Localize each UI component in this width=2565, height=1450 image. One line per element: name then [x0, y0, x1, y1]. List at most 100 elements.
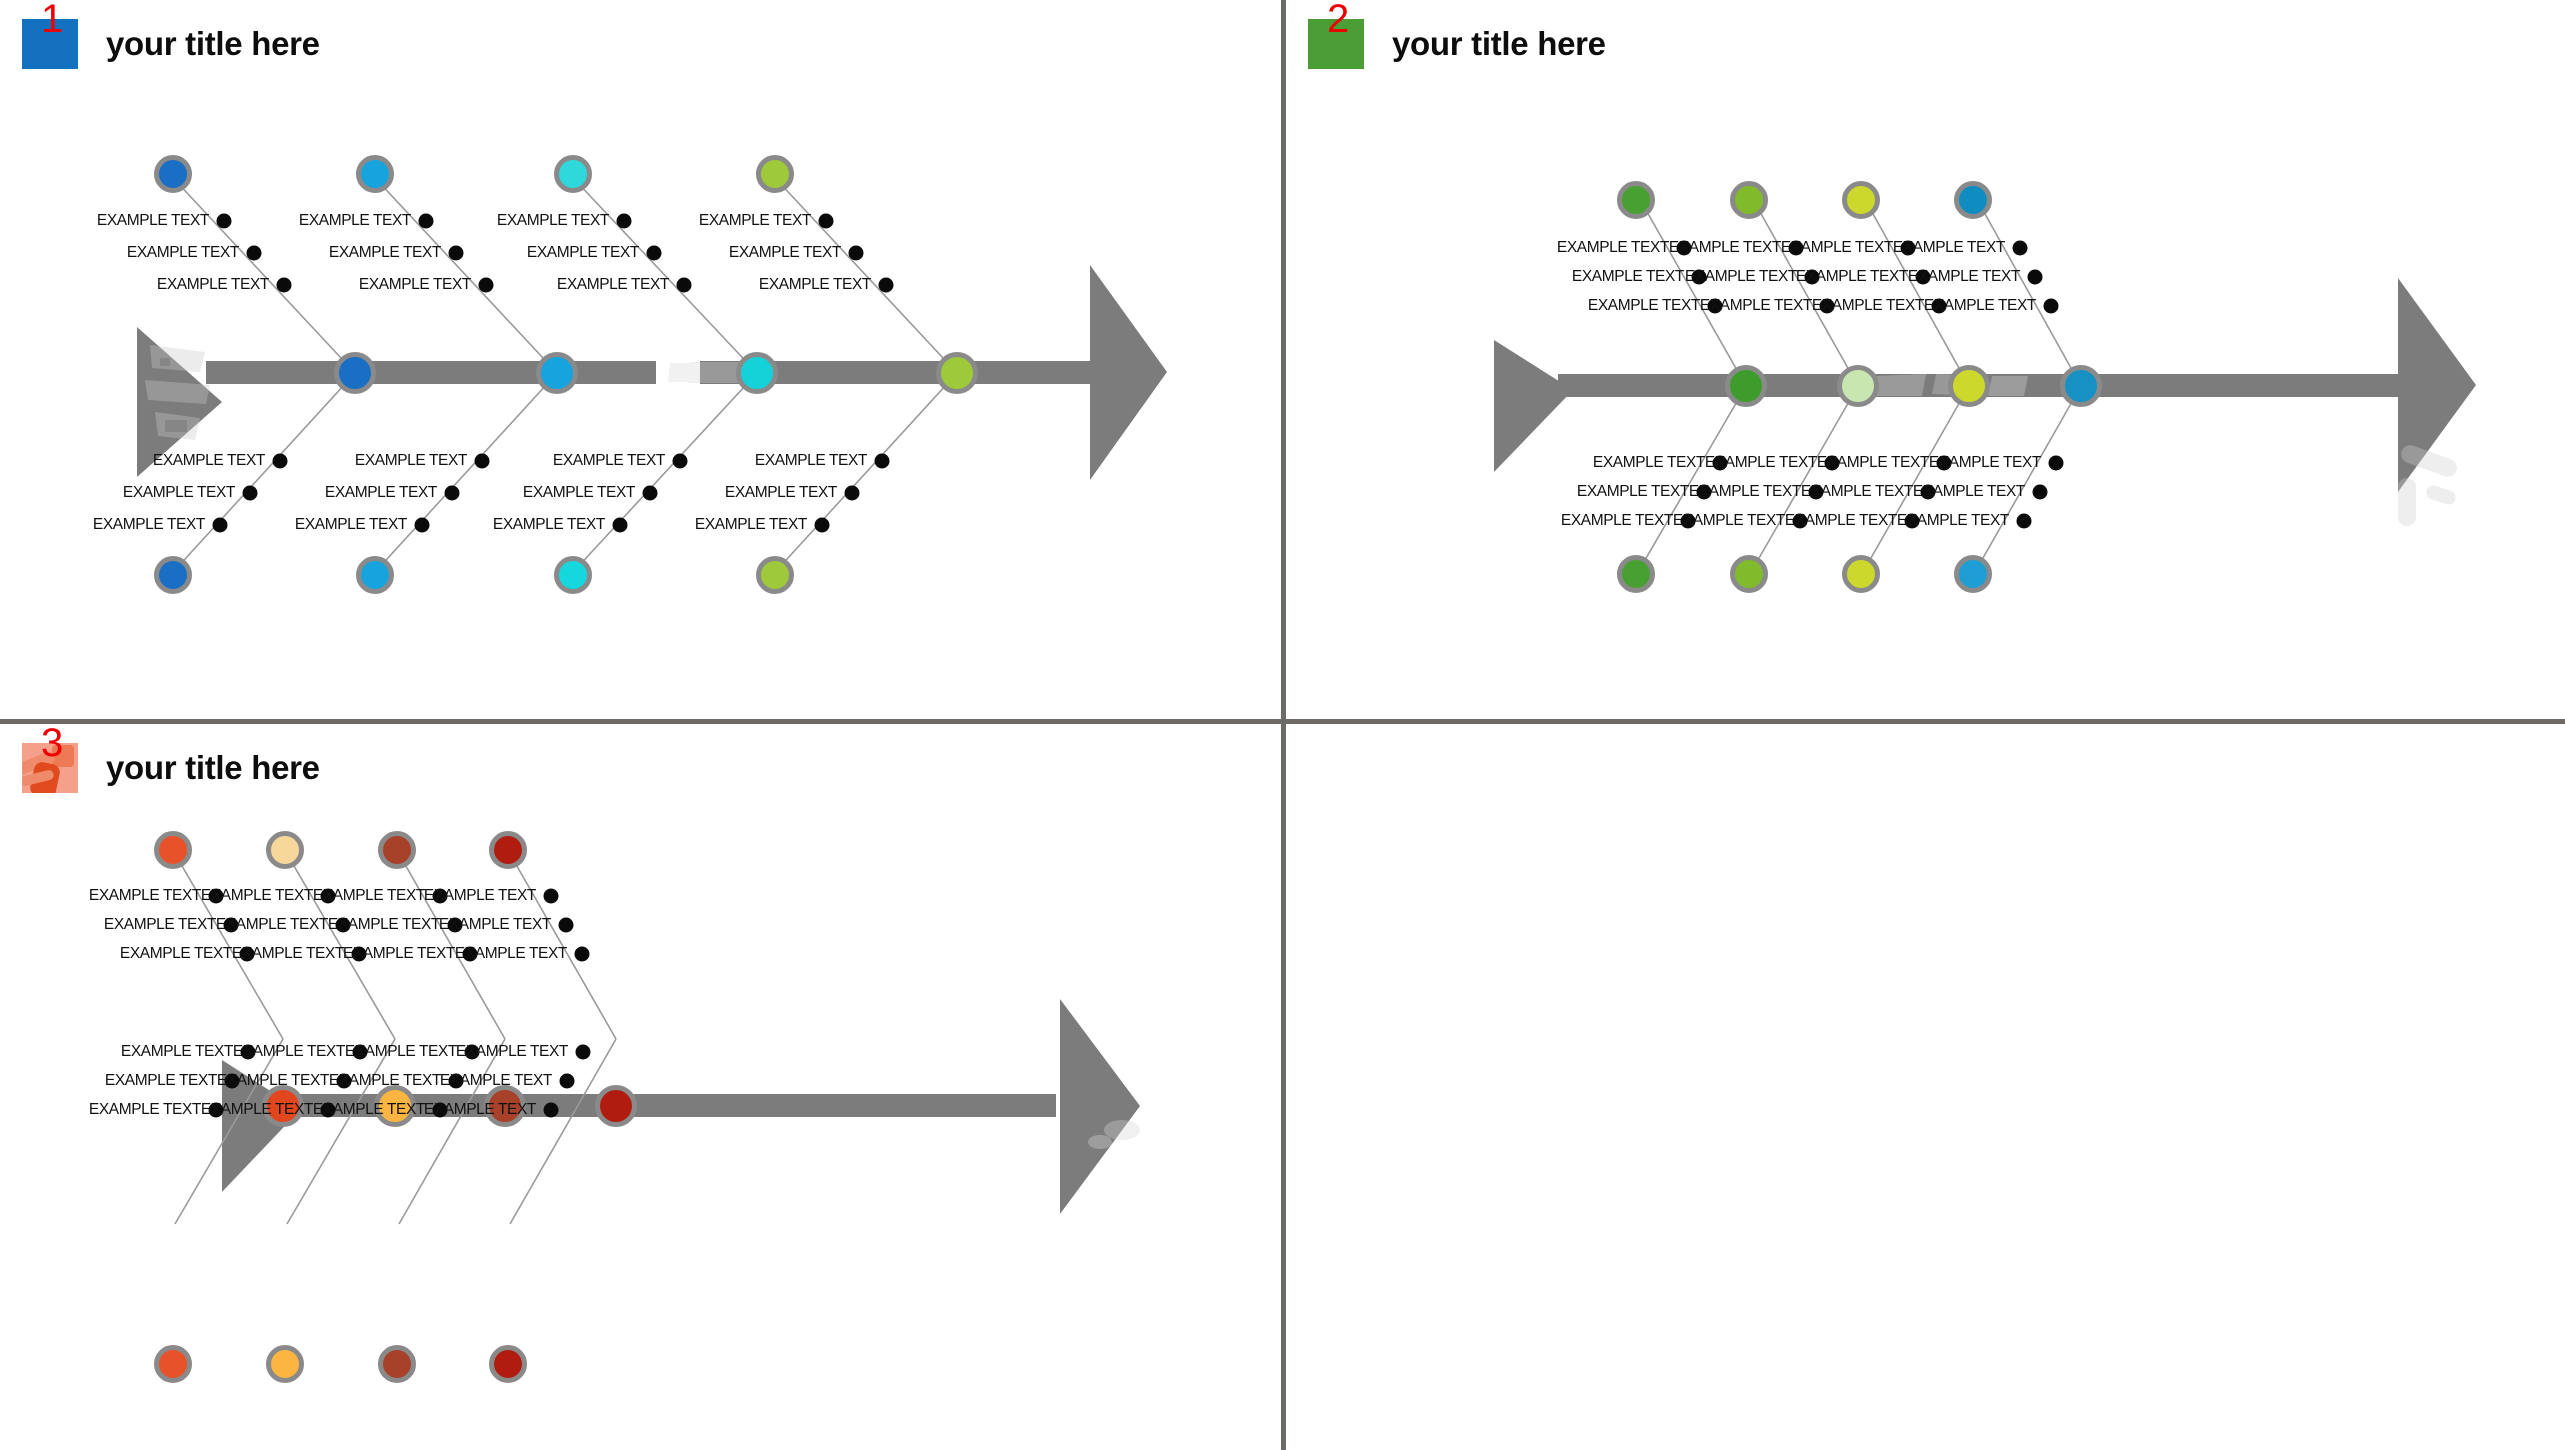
label-bot-3-2: EXAMPLE TEXT	[1800, 483, 1913, 500]
label-bot-2-3: EXAMPLE TEXT	[294, 516, 407, 533]
branch-3-top-node[interactable]	[1842, 181, 1880, 219]
branch-3-bottom-node[interactable]	[378, 1345, 416, 1383]
label-top-1-2: EXAMPLE TEXT	[103, 916, 216, 933]
label-top-4-1: EXAMPLE TEXT	[1892, 239, 2005, 256]
label-top-3-1: EXAMPLE TEXT	[496, 212, 609, 229]
branch-2-spine-node[interactable]	[1837, 365, 1879, 407]
label-top-4-2: EXAMPLE TEXT	[1907, 268, 2020, 285]
label-bot-2-2: EXAMPLE TEXT	[1688, 483, 1801, 500]
label-top-2-1: EXAMPLE TEXT	[200, 887, 313, 904]
branch-4-top-node[interactable]	[489, 831, 527, 869]
connector-bot-1	[1637, 385, 1747, 573]
branch-1-spine-node[interactable]	[334, 352, 376, 394]
connector-bot-3	[398, 1038, 506, 1225]
label-bot-3-2: EXAMPLE TEXT	[522, 484, 635, 501]
branch-2-bottom-node[interactable]	[266, 1345, 304, 1383]
branch-4-bottom-node[interactable]	[1954, 555, 1992, 593]
bullet-top-4-2	[848, 245, 864, 261]
fishbone-svg-2	[1494, 195, 2476, 573]
label-bot-4-2: EXAMPLE TEXT	[439, 1072, 552, 1089]
label-bot-2-3: EXAMPLE TEXT	[1672, 512, 1785, 529]
label-bot-4-3: EXAMPLE TEXT	[1896, 512, 2009, 529]
panel-4-empty	[1286, 724, 2565, 1443]
label-top-3-2: EXAMPLE TEXT	[327, 916, 440, 933]
label-bot-3-3: EXAMPLE TEXT	[492, 516, 605, 533]
panel-2-fishbone: EXAMPLE TEXT EXAMPLE TEXT EXAMPLE TEXT E…	[1286, 0, 2565, 719]
connector-bot-2	[376, 372, 558, 571]
branch-4-top-node[interactable]	[1954, 181, 1992, 219]
label-top-1-3: EXAMPLE TEXT	[1587, 297, 1700, 314]
label-top-2-3: EXAMPLE TEXT	[1699, 297, 1812, 314]
label-top-3-1: EXAMPLE TEXT	[1780, 239, 1893, 256]
arrow-head-icon	[1090, 265, 1167, 480]
bullet-top-3-3	[676, 277, 692, 293]
branch-3-bottom-node[interactable]	[554, 556, 592, 594]
branch-3-top-node[interactable]	[554, 155, 592, 193]
panel-3-fishbone: EXAMPLE TEXT EXAMPLE TEXT EXAMPLE TEXT E…	[0, 724, 1281, 1450]
branch-1-top-node[interactable]	[154, 831, 192, 869]
connector-bot-4	[1974, 385, 2082, 573]
branch-2-bottom-node[interactable]	[1730, 555, 1768, 593]
branch-4-top-node[interactable]	[756, 155, 794, 193]
branch-3-top-node[interactable]	[378, 831, 416, 869]
connector-top-1	[1637, 195, 1747, 387]
label-bot-2-3: EXAMPLE TEXT	[200, 1101, 313, 1118]
label-top-4-1: EXAMPLE TEXT	[698, 212, 811, 229]
bullet-top-4-2	[2027, 269, 2043, 285]
label-top-1-2: EXAMPLE TEXT	[126, 244, 239, 261]
label-top-2-2: EXAMPLE TEXT	[328, 244, 441, 261]
label-top-1-1: EXAMPLE TEXT	[1556, 239, 1669, 256]
slide-grid: 1 your title here EXAMPLE TEXT EXAMPLE T…	[0, 0, 2565, 1450]
bullet-bot-4-1	[575, 1044, 591, 1060]
label-top-3-1: EXAMPLE TEXT	[312, 887, 425, 904]
label-top-4-3: EXAMPLE TEXT	[1923, 297, 2036, 314]
panel-1: 1 your title here EXAMPLE TEXT EXAMPLE T…	[0, 0, 1281, 719]
label-bot-4-1: EXAMPLE TEXT	[754, 452, 867, 469]
branch-2-top-node[interactable]	[1730, 181, 1768, 219]
branch-4-spine-node[interactable]	[936, 352, 978, 394]
bullet-bot-2-2	[444, 485, 460, 501]
label-top-2-2: EXAMPLE TEXT	[215, 916, 328, 933]
label-bot-1-1: EXAMPLE TEXT	[120, 1043, 233, 1060]
branch-4-bottom-node[interactable]	[489, 1345, 527, 1383]
bullet-bot-4-2	[559, 1073, 575, 1089]
branch-3-spine-node[interactable]	[1948, 365, 1990, 407]
bullet-bot-4-2	[2032, 484, 2048, 500]
fishbone-svg-1	[137, 179, 1167, 571]
connector-top-2	[1750, 195, 1859, 387]
branch-3-bottom-node[interactable]	[1842, 555, 1880, 593]
label-top-3-3: EXAMPLE TEXT	[1811, 297, 1924, 314]
bullet-bot-4-3	[2016, 513, 2032, 529]
branch-1-bottom-node[interactable]	[154, 556, 192, 594]
branch-4-bottom-node[interactable]	[756, 556, 794, 594]
bullet-top-1-2	[246, 245, 262, 261]
bullet-top-4-3	[878, 277, 894, 293]
branch-4-spine-node[interactable]	[595, 1085, 637, 1127]
label-top-4-2: EXAMPLE TEXT	[728, 244, 841, 261]
branch-4-spine-node[interactable]	[2060, 365, 2102, 407]
label-bot-1-2: EXAMPLE TEXT	[104, 1072, 217, 1089]
label-bot-4-3: EXAMPLE TEXT	[423, 1101, 536, 1118]
branch-2-spine-node[interactable]	[536, 352, 578, 394]
bullet-top-3-2	[646, 245, 662, 261]
branch-3-spine-node[interactable]	[736, 352, 778, 394]
label-bot-2-2: EXAMPLE TEXT	[216, 1072, 329, 1089]
branch-2-bottom-node[interactable]	[356, 556, 394, 594]
label-bot-1-2: EXAMPLE TEXT	[1576, 483, 1689, 500]
branch-1-spine-node[interactable]	[1725, 365, 1767, 407]
label-top-3-3: EXAMPLE TEXT	[556, 276, 669, 293]
branch-1-top-node[interactable]	[1617, 181, 1655, 219]
connector-bot-3	[1862, 385, 1970, 573]
arrow-head-icon	[2398, 278, 2476, 492]
branch-2-top-node[interactable]	[266, 831, 304, 869]
bullet-bot-3-3	[612, 517, 628, 533]
branch-1-bottom-node[interactable]	[1617, 555, 1655, 593]
label-bot-2-1: EXAMPLE TEXT	[232, 1043, 345, 1060]
label-bot-4-3: EXAMPLE TEXT	[694, 516, 807, 533]
branch-1-bottom-node[interactable]	[154, 1345, 192, 1383]
label-top-1-2: EXAMPLE TEXT	[1571, 268, 1684, 285]
branch-2-top-node[interactable]	[356, 155, 394, 193]
label-top-3-2: EXAMPLE TEXT	[526, 244, 639, 261]
label-bot-3-1: EXAMPLE TEXT	[344, 1043, 457, 1060]
branch-1-top-node[interactable]	[154, 155, 192, 193]
